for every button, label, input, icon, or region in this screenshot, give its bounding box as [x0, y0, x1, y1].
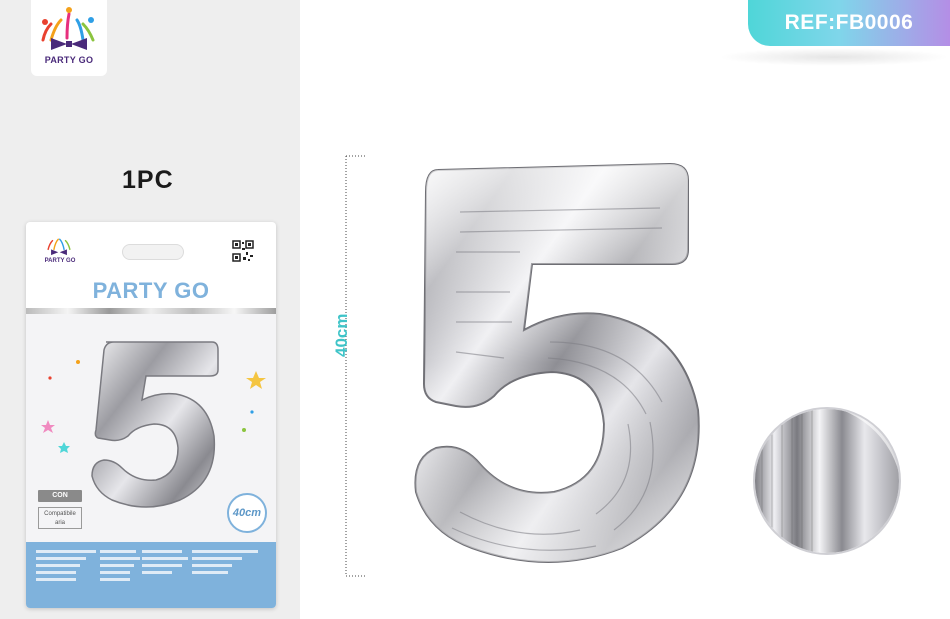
hang-hole — [122, 244, 184, 260]
reference-code: REF:FB0006 — [784, 11, 914, 34]
package-brand-title: PARTY GO — [92, 278, 210, 303]
brand-logo-text: PARTY GO — [44, 55, 94, 65]
con-label: CON — [38, 490, 82, 502]
compatible-air-label: Compatibile aria — [38, 507, 82, 529]
qr-code-icon — [232, 240, 254, 262]
ref-badge-shadow — [718, 48, 950, 66]
dimension-line — [345, 155, 366, 577]
product-info-panel: PARTY GO 1PC PARTY GO PARTY GO CON Compa… — [0, 0, 300, 619]
compat-line-1: Compatibile — [44, 511, 76, 517]
foil-texture-zoom — [753, 407, 901, 555]
package-balloon-digit — [91, 341, 219, 508]
reference-badge: REF:FB0006 — [748, 0, 950, 46]
party-go-logo-icon — [41, 7, 95, 50]
package-footer — [26, 542, 276, 608]
size-badge: 40cm — [227, 493, 267, 533]
package-logo-text: PARTY GO — [44, 258, 76, 264]
fine-print-block — [36, 550, 258, 581]
quantity-label: 1PC — [122, 166, 174, 194]
brand-logo: PARTY GO — [31, 0, 107, 76]
compat-line-2: aria — [54, 520, 65, 526]
package-card: PARTY GO PARTY GO CON Compatibile aria 4… — [26, 222, 276, 608]
party-go-logo-icon — [47, 238, 71, 256]
balloon-digit-five — [414, 162, 700, 563]
dimension-label: 40cm — [332, 313, 351, 357]
